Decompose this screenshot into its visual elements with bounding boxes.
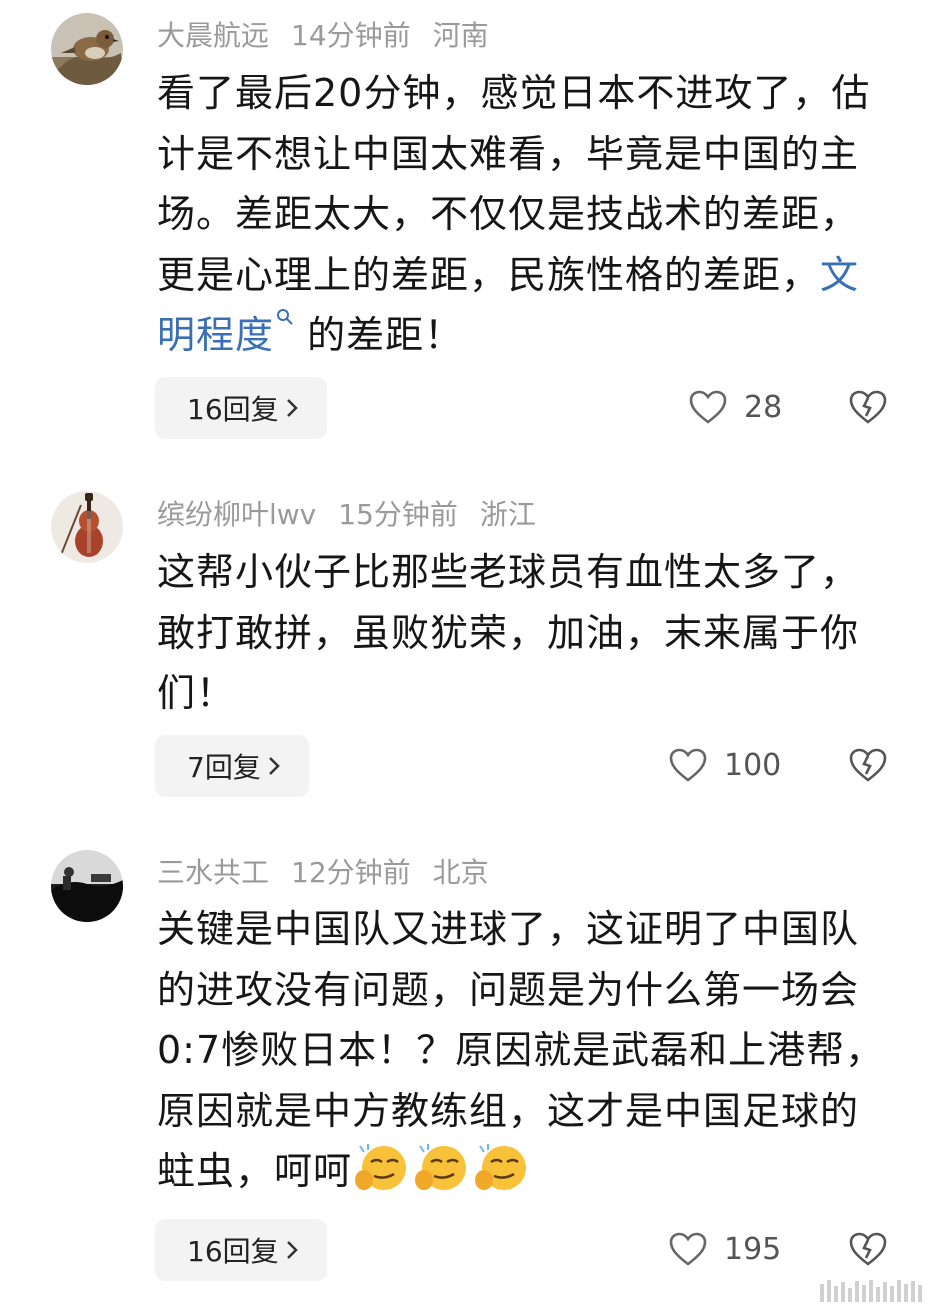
smirk-emoji-icon: [415, 1144, 467, 1190]
comment-text: 看了最后20分钟，感觉日本不进攻了，估计是不想让中国太难看，毕竟是中国的主场。差…: [157, 63, 897, 366]
username[interactable]: 大晨航远: [157, 14, 269, 54]
search-icon: [277, 309, 293, 325]
username[interactable]: 缤纷柳叶lwv: [157, 493, 316, 533]
violin-avatar[interactable]: [51, 491, 123, 563]
like-count: 100: [724, 747, 782, 783]
chevron-right-icon: [286, 399, 298, 417]
like-button[interactable]: 195: [668, 1231, 781, 1267]
comment-text-part: 的差距！: [307, 313, 464, 357]
like-count: 195: [724, 1231, 782, 1267]
reply-count-label: 16回复: [187, 393, 279, 426]
chevron-right-icon: [268, 757, 280, 775]
reply-count-label: 7回复: [187, 751, 261, 784]
comment-text: 关键是中国队又进球了，这证明了中国队的进攻没有问题，问题是为什么第一场会0:7惨…: [157, 899, 897, 1202]
timestamp: 15分钟前: [338, 498, 458, 531]
comment-meta: 三水共工 12分钟前 北京: [157, 851, 489, 891]
location: 浙江: [479, 498, 536, 531]
location: 河南: [432, 19, 489, 52]
heart-outline-icon: [669, 1232, 707, 1266]
chevron-right-icon: [286, 1241, 298, 1259]
broken-heart-icon[interactable]: [848, 388, 888, 426]
like-button[interactable]: 100: [668, 747, 781, 783]
smirk-emoji-icon: [475, 1144, 527, 1190]
like-button[interactable]: 28: [688, 389, 782, 425]
smirk-emoji-icon: [355, 1144, 407, 1190]
location: 北京: [432, 856, 489, 889]
broken-heart-icon[interactable]: [848, 746, 888, 784]
comment-meta: 大晨航远 14分钟前 河南: [157, 14, 489, 54]
reply-count-label: 16回复: [187, 1235, 279, 1268]
comment-text: 这帮小伙子比那些老球员有血性太多了，敢打敢拼，虽败犹荣，加油，末来属于你们！: [157, 550, 860, 715]
comment-text-part: 看了最后20分钟，感觉日本不进攻了，估计是不想让中国太难看，毕竟是中国的主场。差…: [157, 71, 871, 297]
smirk-emoji-group: [352, 1144, 532, 1193]
broken-heart-icon[interactable]: [848, 1230, 888, 1268]
username[interactable]: 三水共工: [157, 851, 269, 891]
view-replies-button[interactable]: 16回复: [155, 1219, 327, 1281]
comment-meta: 缤纷柳叶lwv 15分钟前 浙江: [157, 493, 536, 533]
heart-outline-icon: [669, 748, 707, 782]
heart-outline-icon: [689, 390, 727, 424]
view-replies-button[interactable]: 16回复: [155, 377, 327, 439]
timestamp: 12分钟前: [291, 856, 411, 889]
watermark-logo-icon: [820, 1280, 922, 1302]
sparrow-avatar[interactable]: [51, 13, 123, 85]
dark-photo-avatar[interactable]: [51, 850, 123, 922]
timestamp: 14分钟前: [291, 19, 411, 52]
view-replies-button[interactable]: 7回复: [155, 735, 309, 797]
like-count: 28: [744, 389, 783, 425]
